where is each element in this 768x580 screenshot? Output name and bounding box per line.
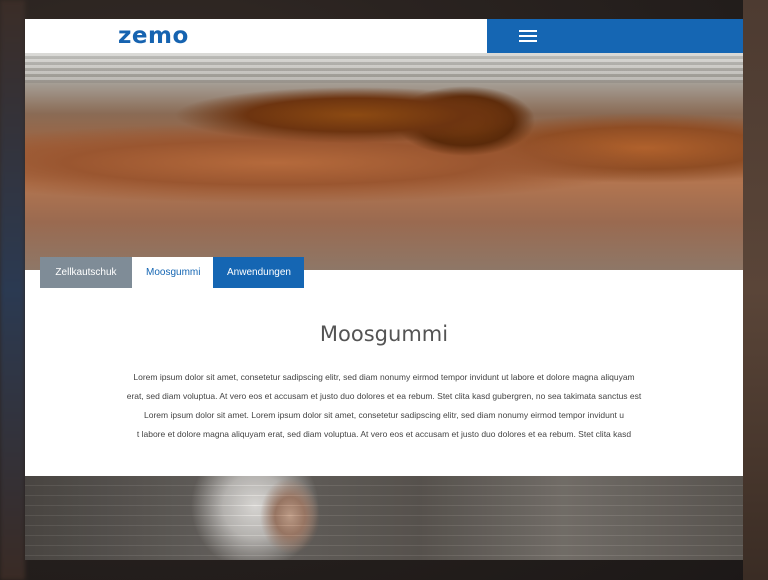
product-tabs: Zellkautschuk Moosgummi Anwendungen [40, 257, 304, 288]
body-line: erat, sed diam voluptua. At vero eos et … [126, 391, 642, 401]
tab-content: Moosgummi Lorem ipsum dolor sit amet, co… [25, 288, 743, 476]
body-line: Lorem ipsum dolor sit amet, consetetur s… [133, 372, 635, 382]
body-text: Lorem ipsum dolor sit amet, consetetur s… [25, 368, 743, 444]
hamburger-line [519, 30, 537, 32]
site-header: zemo [25, 19, 743, 53]
factory-worker-image [25, 476, 743, 560]
hamburger-icon[interactable] [519, 30, 537, 42]
hero-image-rubber-rolls [25, 53, 743, 270]
tab-moosgummi[interactable]: Moosgummi [132, 257, 213, 288]
menu-panel [487, 19, 743, 53]
body-line: t labore et dolore magna aliquyam erat, … [136, 429, 632, 439]
hamburger-line [519, 35, 537, 37]
hamburger-line [519, 40, 537, 42]
body-line: Lorem ipsum dolor sit amet. Lorem ipsum … [144, 410, 624, 420]
zemo-logo[interactable]: zemo [118, 23, 189, 49]
section-title: Moosgummi [319, 322, 449, 346]
background-blur-left [0, 0, 25, 580]
tab-zellkautschuk[interactable]: Zellkautschuk [40, 257, 132, 288]
page-frame: zemo Zellkautschuk Moosgummi Anwendungen… [25, 19, 743, 560]
tab-anwendungen[interactable]: Anwendungen [213, 257, 304, 288]
background-blur-right [743, 0, 768, 580]
